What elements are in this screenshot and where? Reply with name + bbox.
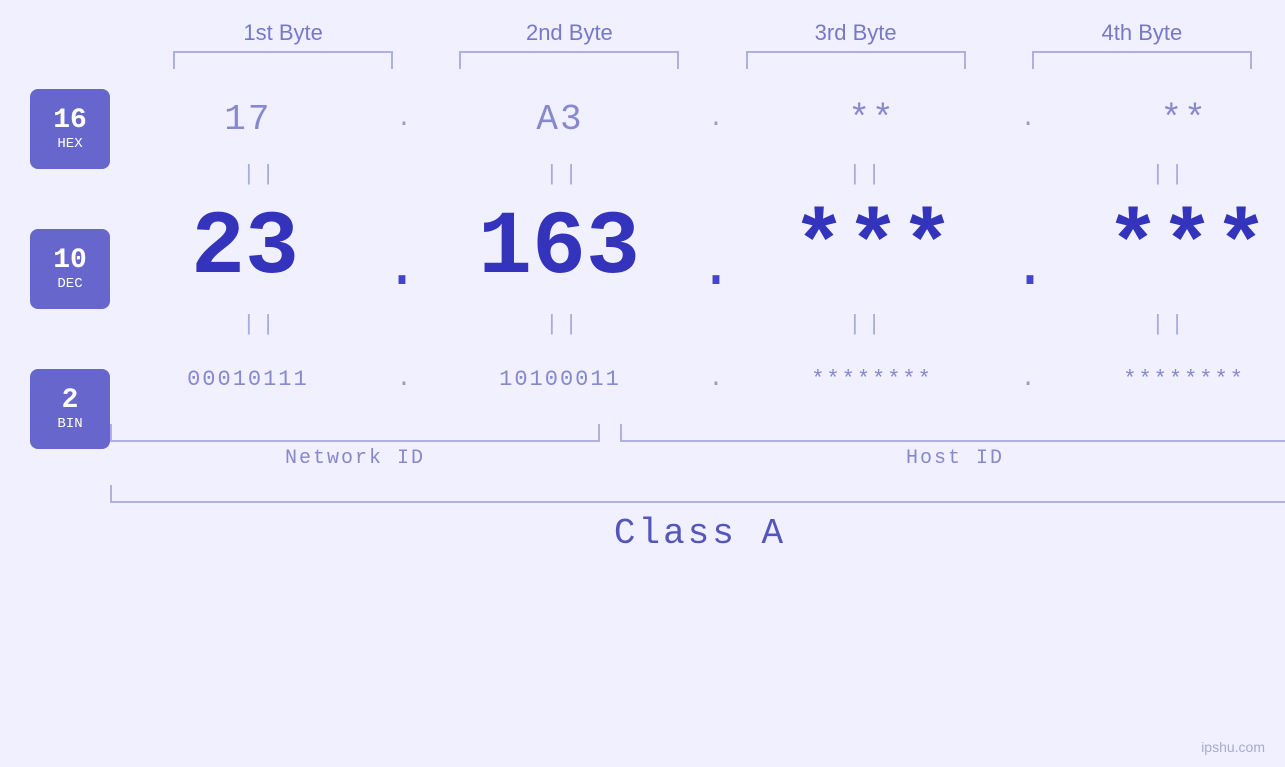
bracket-top-b1 xyxy=(173,51,393,69)
dec-badge-num: 10 xyxy=(53,246,87,277)
eq2-c2: || xyxy=(430,312,700,337)
eq1-c4: || xyxy=(1036,162,1285,187)
eq1-c1: || xyxy=(127,162,397,187)
eq2-c1: || xyxy=(127,312,397,337)
class-a-label: Class A xyxy=(614,513,786,554)
eq1-c3: || xyxy=(733,162,1003,187)
host-id-bracket xyxy=(620,424,1285,442)
byte-headers-row: 1st Byte 2nd Byte 3rd Byte 4th Byte xyxy=(0,20,1285,46)
dec-data-row: 23 . 163 . *** . *** xyxy=(110,189,1285,309)
id-labels-row: Network ID Host ID xyxy=(110,447,1285,470)
equals-row-2: || || || || xyxy=(110,309,1285,339)
dec-cell-3: *** xyxy=(738,198,1008,300)
bin-data-row: 00010111 . 10100011 . ******** . *******… xyxy=(110,339,1285,419)
hex-cell-1: 17 xyxy=(113,99,383,140)
bin-cell-3: ******** xyxy=(737,367,1007,392)
byte4-header: 4th Byte xyxy=(1007,20,1277,46)
bin-val-3: ******** xyxy=(811,367,933,392)
watermark: ipshu.com xyxy=(1201,739,1265,755)
dec-cell-2: 163 xyxy=(424,198,694,300)
dec-dot-3: . xyxy=(1012,239,1048,299)
byte1-header: 1st Byte xyxy=(148,20,418,46)
bin-dot-2: . xyxy=(709,366,723,393)
hex-badge: 16 HEX xyxy=(30,89,110,169)
bin-dot-1: . xyxy=(397,366,411,393)
data-display-area: 17 . A3 . ** . ** || || || || xyxy=(110,69,1285,554)
hex-badge-label: HEX xyxy=(57,136,82,152)
hex-dot-2: . xyxy=(709,106,723,133)
bottom-bracket-row xyxy=(110,424,1285,442)
hex-val-3: ** xyxy=(848,99,895,140)
dec-cell-1: 23 xyxy=(110,198,380,300)
dec-val-3: *** xyxy=(792,198,954,300)
full-bottom-bracket xyxy=(110,485,1285,503)
network-id-label: Network ID xyxy=(110,447,600,470)
hex-val-1: 17 xyxy=(224,99,271,140)
bottom-brackets-section: Network ID Host ID xyxy=(110,424,1285,470)
full-bracket-container xyxy=(110,485,1285,503)
dec-val-4: *** xyxy=(1106,198,1268,300)
main-container: 1st Byte 2nd Byte 3rd Byte 4th Byte 16 H… xyxy=(0,0,1285,767)
eq1-c2: || xyxy=(430,162,700,187)
bin-val-4: ******** xyxy=(1123,367,1245,392)
top-brackets-row xyxy=(0,51,1285,69)
bin-badge: 2 BIN xyxy=(30,369,110,449)
network-id-bracket xyxy=(110,424,600,442)
bin-cell-4: ******** xyxy=(1049,367,1285,392)
hex-cell-3: ** xyxy=(737,99,1007,140)
main-content-area: 16 HEX 10 DEC 2 BIN 17 . A3 xyxy=(0,69,1285,767)
bracket-top-b4 xyxy=(1032,51,1252,69)
class-label-container: Class A xyxy=(110,513,1285,554)
dec-dot-2: . xyxy=(698,239,734,299)
bin-badge-num: 2 xyxy=(62,386,79,417)
byte3-header: 3rd Byte xyxy=(721,20,991,46)
eq2-c3: || xyxy=(733,312,1003,337)
host-id-label: Host ID xyxy=(620,447,1285,470)
dec-dot-1: . xyxy=(384,239,420,299)
hex-cell-2: A3 xyxy=(425,99,695,140)
bracket-top-b3 xyxy=(746,51,966,69)
hex-cell-4: ** xyxy=(1049,99,1285,140)
bin-cell-2: 10100011 xyxy=(425,367,695,392)
dec-val-2: 163 xyxy=(478,198,640,300)
dec-cell-4: *** xyxy=(1052,198,1285,300)
bracket-top-b2 xyxy=(459,51,679,69)
hex-val-2: A3 xyxy=(536,99,583,140)
equals-row-1: || || || || xyxy=(110,159,1285,189)
dec-badge: 10 DEC xyxy=(30,229,110,309)
bin-badge-label: BIN xyxy=(57,416,82,432)
dec-val-1: 23 xyxy=(191,198,299,300)
eq2-c4: || xyxy=(1036,312,1285,337)
bin-dot-3: . xyxy=(1021,366,1035,393)
bin-cell-1: 00010111 xyxy=(113,367,383,392)
bin-val-2: 10100011 xyxy=(499,367,621,392)
badges-column: 16 HEX 10 DEC 2 BIN xyxy=(30,69,110,449)
hex-val-4: ** xyxy=(1160,99,1207,140)
bin-val-1: 00010111 xyxy=(187,367,309,392)
dec-badge-label: DEC xyxy=(57,276,82,292)
hex-dot-1: . xyxy=(397,106,411,133)
byte2-header: 2nd Byte xyxy=(434,20,704,46)
hex-data-row: 17 . A3 . ** . ** xyxy=(110,79,1285,159)
hex-badge-num: 16 xyxy=(53,106,87,137)
hex-dot-3: . xyxy=(1021,106,1035,133)
